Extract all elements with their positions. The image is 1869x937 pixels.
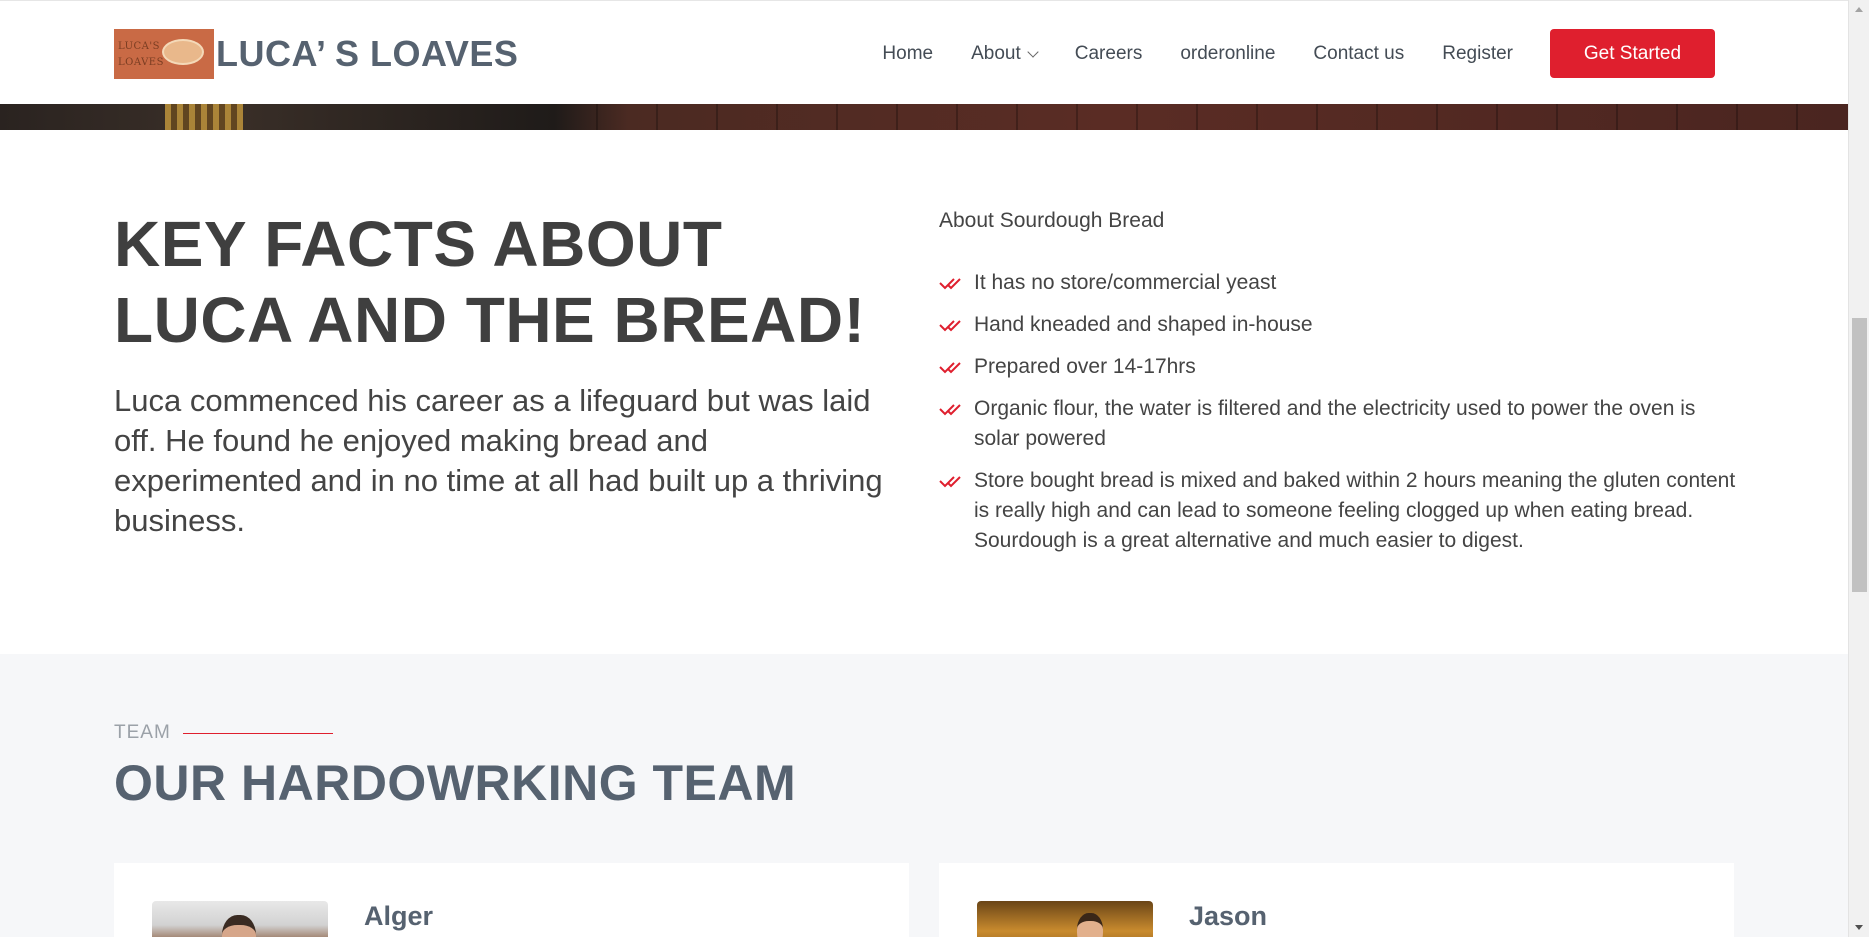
site-header: LUCA'S LOAVES LUCA’ S LOAVES Home About … (0, 0, 1848, 104)
list-item: Hand kneaded and shaped in-house (939, 310, 1739, 340)
list-item-text: Prepared over 14-17hrs (974, 355, 1196, 378)
facts-paragraph: Luca commenced his career as a lifeguard… (114, 383, 883, 538)
double-check-icon (939, 476, 961, 488)
list-item: Prepared over 14-17hrs (939, 352, 1739, 382)
list-item-text: Hand kneaded and shaped in-house (974, 313, 1313, 336)
double-check-icon (939, 404, 961, 416)
team-card: Alger (114, 863, 909, 937)
team-member-name: Jason (1189, 901, 1268, 931)
get-started-button[interactable]: Get Started (1550, 29, 1715, 78)
list-item-text: It has no store/commercial yeast (974, 271, 1277, 294)
list-item-text: Organic flour, the water is filtered and… (974, 397, 1696, 450)
person-figure (222, 915, 256, 937)
hero-image-detail (165, 104, 243, 130)
team-member-name: Alger (364, 901, 434, 931)
about-sourdough-label: About Sourdough Bread (939, 209, 1165, 232)
double-check-icon (939, 362, 961, 374)
main-nav: Home About Careers orderonline Contact u… (882, 29, 1715, 78)
list-item: Store bought bread is mixed and baked wi… (939, 466, 1739, 556)
scroll-thumb[interactable] (1852, 318, 1867, 592)
double-check-icon (939, 278, 961, 290)
logo-image-text: LOAVES (118, 57, 164, 68)
scroll-up-arrow-icon[interactable] (1855, 7, 1863, 12)
nav-careers[interactable]: Careers (1075, 43, 1143, 65)
bread-icon (162, 39, 204, 65)
nav-orderonline[interactable]: orderonline (1180, 43, 1275, 65)
team-section: TEAM OUR HARDOWRKING TEAM Alger Jason (0, 654, 1848, 937)
nav-register[interactable]: Register (1442, 43, 1513, 65)
list-item-text: Store bought bread is mixed and baked wi… (974, 469, 1736, 552)
team-title: OUR HARDOWRKING TEAM (114, 755, 797, 811)
kicker-divider (182, 732, 333, 734)
scroll-down-arrow-icon[interactable] (1855, 925, 1863, 930)
team-kicker-label: TEAM (114, 722, 171, 743)
list-item: Organic flour, the water is filtered and… (939, 394, 1739, 454)
list-item: It has no store/commercial yeast (939, 268, 1739, 298)
page-scrollbar[interactable] (1848, 0, 1869, 937)
team-kicker: TEAM (114, 722, 333, 744)
facts-title: KEY FACTS ABOUT LUCA AND THE BREAD! (114, 208, 866, 356)
team-member-photo (977, 901, 1153, 937)
logo[interactable]: LUCA'S LOAVES LUCA’ S LOAVES (114, 29, 518, 79)
nav-contact[interactable]: Contact us (1313, 43, 1404, 65)
team-card: Jason (939, 863, 1734, 937)
team-member-photo (152, 901, 328, 937)
facts-list: It has no store/commercial yeast Hand kn… (939, 268, 1739, 568)
nav-about-label: About (971, 42, 1021, 64)
nav-about[interactable]: About (971, 42, 1039, 65)
logo-text[interactable]: LUCA’ S LOAVES (216, 33, 518, 75)
person-figure (1077, 913, 1103, 937)
nav-home[interactable]: Home (882, 43, 933, 65)
logo-image-text: LUCA'S (118, 41, 160, 52)
hero-image (0, 104, 1848, 130)
double-check-icon (939, 320, 961, 332)
hero-image-bricks (596, 104, 1848, 130)
chevron-down-icon (1027, 45, 1039, 58)
logo-image: LUCA'S LOAVES (114, 29, 214, 79)
